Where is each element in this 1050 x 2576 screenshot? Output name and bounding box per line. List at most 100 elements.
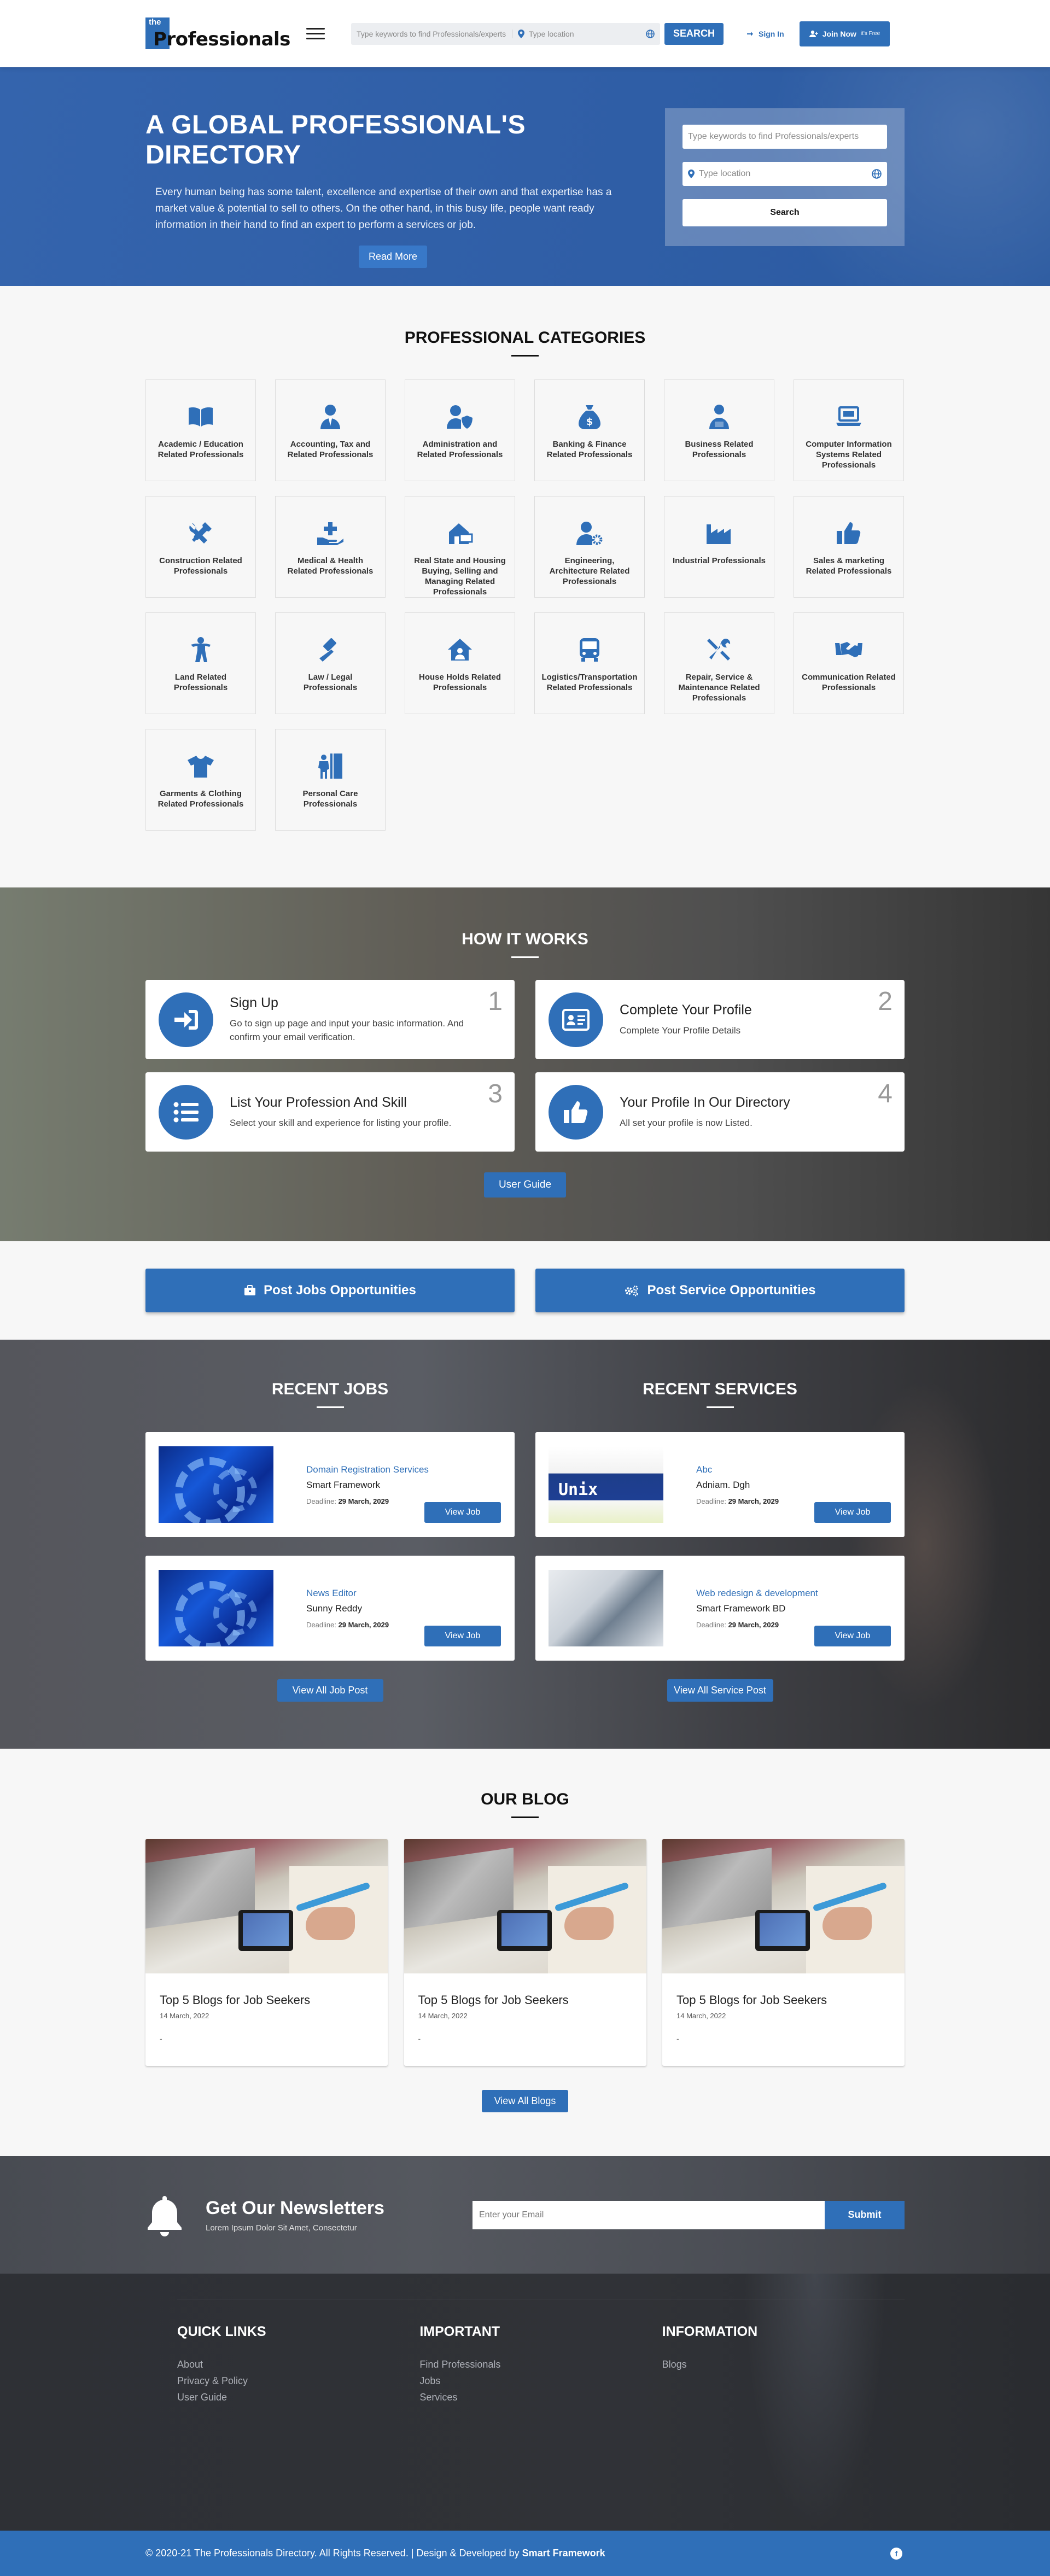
service-title[interactable]: Abc: [696, 1464, 779, 1475]
service-company: Adniam. Dgh: [696, 1479, 750, 1490]
footer-link[interactable]: About: [177, 2356, 419, 2373]
job-card[interactable]: Domain Registration Services Smart Frame…: [145, 1432, 515, 1537]
job-deadline: Deadline: 29 March, 2029: [306, 1620, 389, 1629]
header-search-button[interactable]: SEARCH: [664, 22, 724, 45]
hero-location-input[interactable]: Type location: [682, 162, 887, 186]
hero-search-button[interactable]: Search: [682, 199, 887, 226]
view-all-services-button[interactable]: View All Service Post: [667, 1679, 773, 1702]
logo[interactable]: the Professionals: [145, 17, 293, 50]
category-card[interactable]: Academic / Education Related Professiona…: [145, 379, 256, 481]
join-now-button[interactable]: Join Now it's Free: [799, 21, 890, 46]
user-cog-icon: [576, 519, 603, 547]
category-card[interactable]: Law / Legal Professionals: [275, 612, 386, 714]
menu-icon[interactable]: [306, 25, 325, 43]
hero-search-form: Type keywords to find Professionals/expe…: [665, 108, 905, 246]
header-keyword-input[interactable]: Type keywords to find Professionals/expe…: [351, 29, 512, 38]
steps-grid: Sign Up Go to sign up page and input you…: [145, 980, 905, 1152]
service-card[interactable]: Unix Abc Adniam. Dgh Deadline: 29 March,…: [535, 1432, 905, 1537]
view-service-button[interactable]: View Job: [814, 1502, 891, 1523]
job-title[interactable]: News Editor: [306, 1588, 389, 1599]
step-card: Complete Your Profile Complete Your Prof…: [535, 980, 905, 1059]
category-card[interactable]: Engineering, Architecture Related Profes…: [534, 496, 645, 598]
category-card[interactable]: Land Related Professionals: [145, 612, 256, 714]
category-card[interactable]: Real State and Housing Buying, Selling a…: [405, 496, 515, 598]
newsletter-title: Get Our Newsletters: [206, 2197, 384, 2218]
handshake-icon: [835, 636, 862, 663]
footer-link[interactable]: Services: [419, 2389, 662, 2405]
facebook-icon[interactable]: f: [890, 2547, 902, 2560]
hero-keyword-input[interactable]: Type keywords to find Professionals/expe…: [682, 125, 887, 149]
category-card[interactable]: $ Banking & Finance Related Professional…: [534, 379, 645, 481]
blog-card[interactable]: Top 5 Blogs for Job Seekers 14 March, 20…: [404, 1839, 646, 2066]
category-card[interactable]: Sales & marketing Related Professionals: [794, 496, 904, 598]
footer-link[interactable]: Privacy & Policy: [177, 2373, 419, 2389]
view-job-button[interactable]: View Job: [424, 1502, 501, 1523]
category-card[interactable]: Industrial Professionals: [664, 496, 774, 598]
category-card[interactable]: Repair, Service & Maintenance Related Pr…: [664, 612, 774, 714]
service-company: Smart Framework BD: [696, 1603, 786, 1614]
footer-link[interactable]: Blogs: [662, 2356, 905, 2373]
blog-title[interactable]: Top 5 Blogs for Job Seekers: [676, 1993, 890, 2007]
person-booth-icon: [317, 752, 344, 780]
view-service-button[interactable]: View Job: [814, 1626, 891, 1646]
blog-card[interactable]: Top 5 Blogs for Job Seekers 14 March, 20…: [662, 1839, 905, 2066]
newsletter-email-input[interactable]: Enter your Email: [472, 2200, 825, 2229]
svg-text:$: $: [586, 416, 593, 428]
category-label: Real State and Housing Buying, Selling a…: [414, 556, 506, 597]
blog-card[interactable]: Top 5 Blogs for Job Seekers 14 March, 20…: [145, 1839, 388, 2066]
category-card[interactable]: Garments & Clothing Related Professional…: [145, 729, 256, 831]
post-services-button[interactable]: Post Service Opportunities: [535, 1269, 905, 1312]
category-card[interactable]: Computer Information Systems Related Pro…: [794, 379, 904, 481]
cogs-icon: [625, 1286, 639, 1296]
globe-icon[interactable]: [872, 169, 882, 179]
globe-icon[interactable]: [646, 29, 655, 38]
developer-link[interactable]: Smart Framework: [522, 2548, 605, 2559]
house-user-icon: [446, 636, 474, 663]
post-jobs-button[interactable]: Post Jobs Opportunities: [145, 1269, 515, 1312]
footer-link[interactable]: User Guide: [177, 2389, 419, 2405]
business-person-icon: [705, 403, 733, 430]
category-card[interactable]: Business Related Professionals: [664, 379, 774, 481]
category-card[interactable]: Logistics/Transportation Related Profess…: [534, 612, 645, 714]
step-title: Your Profile In Our Directory: [620, 1094, 790, 1110]
category-label: Business Related Professionals: [685, 440, 754, 459]
sign-in-link[interactable]: Sign In: [740, 22, 791, 45]
header-location-input[interactable]: Type location: [512, 29, 660, 38]
category-label: Sales & marketing Related Professionals: [806, 556, 892, 576]
newsletter-submit-button[interactable]: Submit: [825, 2200, 905, 2229]
category-label: Construction Related Professionals: [159, 556, 242, 576]
footer-link[interactable]: Find Professionals: [419, 2356, 662, 2373]
blog-date: 14 March, 2022: [676, 2012, 726, 2020]
hero-text: Every human being has some talent, excel…: [155, 186, 612, 231]
job-deadline: Deadline: 29 March, 2029: [306, 1497, 389, 1505]
category-card[interactable]: Accounting, Tax and Related Professional…: [275, 379, 386, 481]
job-card[interactable]: News Editor Sunny Reddy Deadline: 29 Mar…: [145, 1556, 515, 1661]
categories-section: PROFESSIONAL CATEGORIES Academic / Educa…: [0, 286, 1050, 887]
view-all-jobs-button[interactable]: View All Job Post: [277, 1679, 383, 1702]
job-title[interactable]: Domain Registration Services: [306, 1464, 429, 1475]
user-guide-button[interactable]: User Guide: [484, 1172, 566, 1198]
category-card[interactable]: Personal Care Professionals: [275, 729, 386, 831]
service-title[interactable]: Web redesign & development: [696, 1588, 818, 1599]
service-card[interactable]: Web redesign & development Smart Framewo…: [535, 1556, 905, 1661]
category-card[interactable]: Communication Related Professionals: [794, 612, 904, 714]
category-card[interactable]: Construction Related Professionals: [145, 496, 256, 598]
view-job-button[interactable]: View Job: [424, 1626, 501, 1646]
service-image: Unix: [549, 1446, 663, 1523]
category-card[interactable]: Medical & Health Related Professionals: [275, 496, 386, 598]
user-plus-icon: [809, 30, 818, 37]
footer-column: INFORMATION Blogs: [662, 2324, 905, 2405]
read-more-button[interactable]: Read More: [359, 246, 428, 268]
blog-excerpt: -: [418, 2034, 421, 2043]
category-card[interactable]: Administration and Related Professionals: [405, 379, 515, 481]
blog-title[interactable]: Top 5 Blogs for Job Seekers: [418, 1993, 632, 2007]
blog-title[interactable]: Top 5 Blogs for Job Seekers: [160, 1993, 374, 2007]
category-label: Logistics/Transportation Related Profess…: [541, 673, 638, 692]
footer-link[interactable]: Jobs: [419, 2373, 662, 2389]
category-card[interactable]: House Holds Related Professionals: [405, 612, 515, 714]
post-opportunities-section: Post Jobs Opportunities Post Service Opp…: [0, 1241, 1050, 1340]
location-pin-icon: [518, 29, 524, 38]
job-company: Smart Framework: [306, 1479, 381, 1490]
view-all-blogs-button[interactable]: View All Blogs: [482, 2090, 568, 2112]
join-now-label: Join Now: [822, 29, 856, 38]
